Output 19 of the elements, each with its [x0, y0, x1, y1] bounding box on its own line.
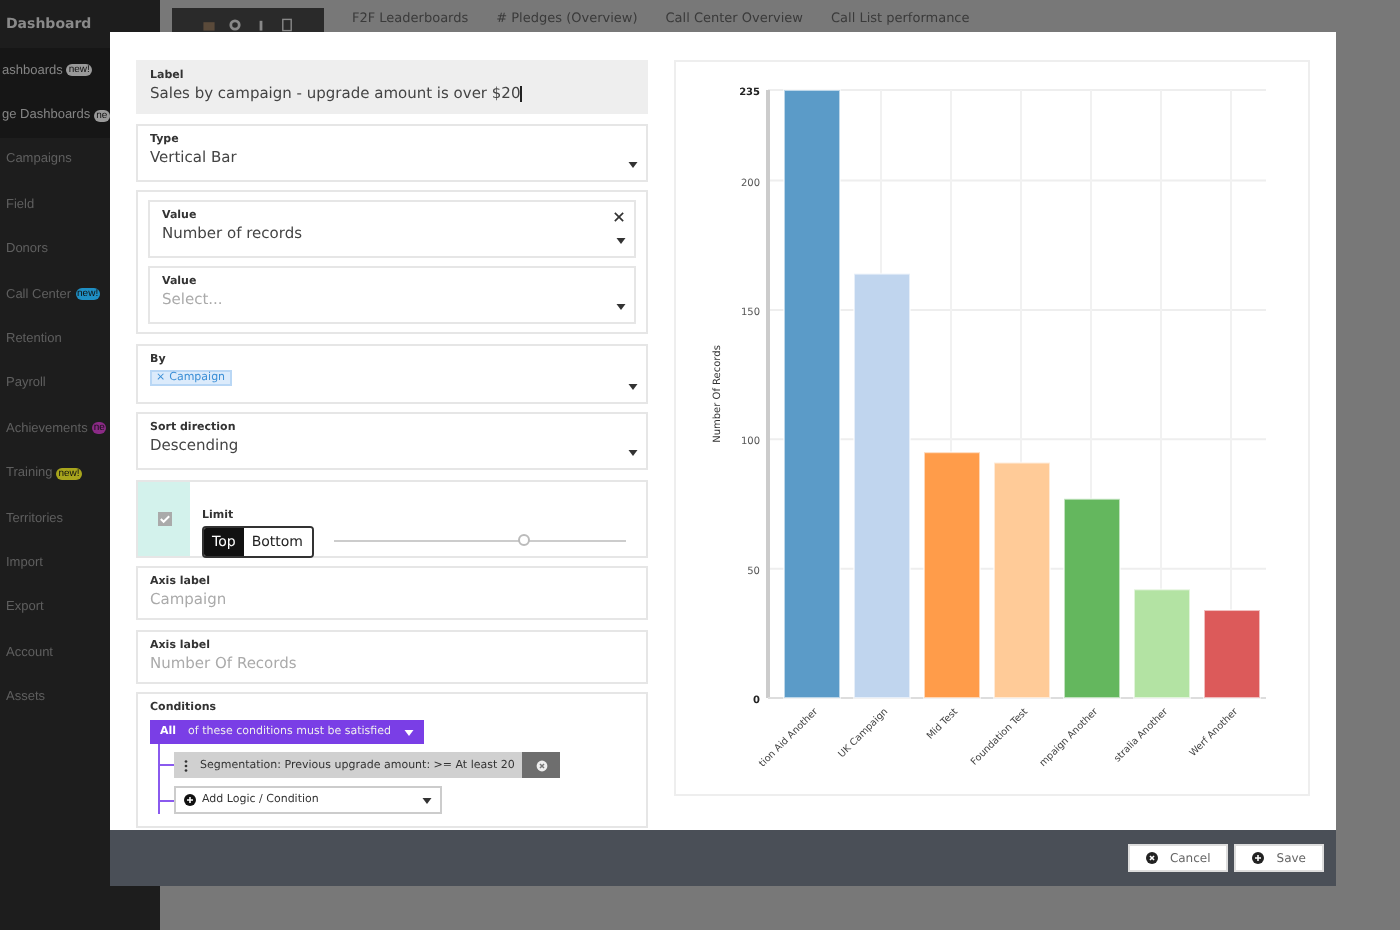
caret-icon	[628, 383, 638, 389]
slider-thumb[interactable]	[517, 534, 530, 546]
caret-icon	[616, 238, 626, 244]
drag-handle-icon[interactable]	[184, 759, 188, 771]
checkbox[interactable]	[157, 511, 171, 525]
caret-icon	[403, 729, 414, 735]
bar	[1203, 609, 1261, 699]
bar	[1133, 588, 1191, 699]
gear-icon[interactable]	[228, 17, 242, 31]
document-icon[interactable]	[280, 17, 294, 31]
caret-icon	[422, 797, 432, 803]
close-icon[interactable]	[614, 212, 624, 222]
caret-icon	[628, 161, 638, 167]
plus-circle-icon	[184, 794, 196, 806]
plus-circle-icon	[1252, 852, 1265, 864]
caret-icon	[628, 450, 638, 456]
close-circle-icon	[1145, 852, 1158, 864]
remove-icon[interactable]	[535, 759, 548, 771]
caret-icon	[616, 304, 626, 310]
